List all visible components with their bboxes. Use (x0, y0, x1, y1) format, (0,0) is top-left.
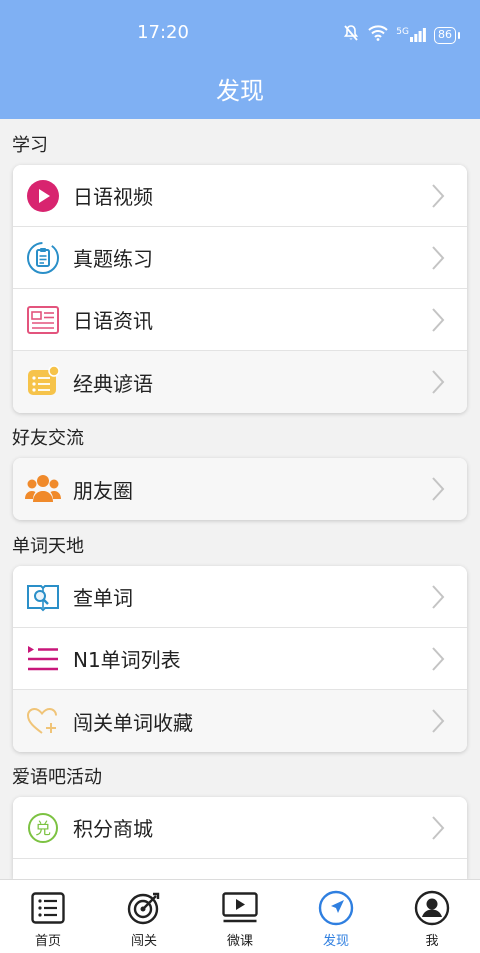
chevron-right-icon (423, 813, 453, 843)
menu-item-label: 朋友圈 (73, 478, 133, 503)
chevron-right-icon (423, 367, 453, 397)
chevron-right-icon (423, 305, 453, 335)
svg-text:兑: 兑 (35, 819, 51, 838)
home-list-icon (30, 890, 66, 926)
menu-item-label: 日语视频 (73, 185, 153, 209)
compass-icon (318, 890, 354, 926)
tab-micro-course[interactable]: 微课 (192, 880, 288, 953)
user-icon (414, 890, 450, 926)
exchange-icon: 兑 (25, 810, 61, 846)
menu-item-japanese-video[interactable]: 日语视频 (13, 165, 467, 227)
tab-label: 闯关 (130, 934, 157, 949)
section-title-activities: 爱语吧活动 (12, 767, 102, 788)
status-time: 17:20 (137, 22, 189, 43)
tab-label: 首页 (34, 934, 61, 949)
battery-tip (458, 31, 460, 39)
menu-item-level-word-favorites[interactable]: 闯关单词收藏 (13, 690, 467, 752)
activities-card: 兑 积分商城 (13, 797, 467, 879)
battery-level: 86 (438, 28, 452, 41)
friends-card: 朋友圈 (13, 458, 467, 520)
exam-icon (25, 240, 61, 276)
battery-indicator: 86 (434, 26, 456, 44)
video-icon (222, 890, 258, 926)
chevron-right-icon (423, 644, 453, 674)
menu-item-partial[interactable] (13, 859, 467, 879)
bottom-tab-bar: 首页 闯关 微课 发现 我 (0, 879, 480, 953)
menu-item-points-mall[interactable]: 兑 积分商城 (13, 797, 467, 859)
menu-item-japanese-news[interactable]: 日语资讯 (13, 289, 467, 351)
menu-item-label: 积分商城 (73, 817, 153, 841)
section-title-words: 单词天地 (12, 536, 84, 557)
page-title: 发现 (216, 77, 264, 105)
target-icon (126, 890, 162, 926)
play-icon (25, 178, 61, 214)
wifi-icon (368, 25, 388, 45)
tab-label: 发现 (322, 934, 349, 949)
news-icon (25, 302, 61, 338)
menu-item-label: 日语资讯 (73, 309, 153, 333)
list-icon (25, 641, 61, 677)
heart-add-icon (25, 703, 61, 739)
chevron-right-icon (423, 243, 453, 273)
menu-item-moments[interactable]: 朋友圈 (13, 458, 467, 520)
menu-item-label: N1单词列表 (73, 648, 181, 672)
top-header: 17:20 5G 86 发现 (0, 0, 480, 119)
chevron-right-icon (423, 474, 453, 504)
menu-item-exam-practice[interactable]: 真题练习 (13, 227, 467, 289)
signal-label: 5G (396, 27, 409, 37)
status-icons: 5G 86 (342, 24, 460, 46)
menu-item-label: 闯关单词收藏 (73, 710, 193, 735)
partial-orange-icon (25, 872, 61, 879)
friends-icon (25, 471, 61, 507)
tab-me[interactable]: 我 (384, 880, 480, 953)
menu-item-n1-word-list[interactable]: N1单词列表 (13, 628, 467, 690)
mute-icon (342, 24, 360, 46)
tab-label: 我 (425, 934, 439, 949)
dictionary-search-icon (25, 579, 61, 615)
section-title-friends: 好友交流 (12, 428, 84, 449)
tab-discover[interactable]: 发现 (288, 880, 384, 953)
menu-item-word-lookup[interactable]: 查单词 (13, 566, 467, 628)
menu-item-label: 查单词 (73, 586, 133, 610)
tab-challenge[interactable]: 闯关 (96, 880, 192, 953)
section-title-study: 学习 (12, 135, 48, 156)
menu-item-classic-proverbs[interactable]: 经典谚语 (13, 351, 467, 413)
signal-icon: 5G (396, 28, 426, 42)
chevron-right-icon (423, 582, 453, 612)
study-card: 日语视频 真题练习 日语资讯 经典谚语 (13, 165, 467, 413)
chevron-right-icon (423, 181, 453, 211)
words-card: 查单词 N1单词列表 闯关单词收藏 (13, 566, 467, 752)
proverb-icon (25, 364, 61, 400)
tab-label: 微课 (226, 934, 253, 949)
tab-home[interactable]: 首页 (0, 880, 96, 953)
menu-item-label: 真题练习 (73, 247, 153, 271)
menu-item-label: 经典谚语 (73, 371, 153, 396)
chevron-right-icon (423, 706, 453, 736)
